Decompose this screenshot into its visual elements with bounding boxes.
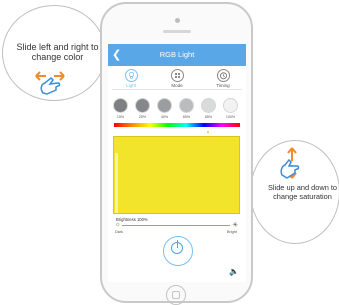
- speaker-icon[interactable]: 🔈: [229, 267, 239, 276]
- horizontal-swipe-hand-icon: [35, 71, 65, 95]
- brightness-slider-fill: [122, 225, 230, 226]
- app-header: ❮ RGB Light: [108, 44, 246, 66]
- preset-swatch[interactable]: [157, 98, 172, 113]
- saturation-instruction-text: Slide up and down to change saturation: [267, 183, 338, 201]
- hue-slider[interactable]: [114, 123, 240, 127]
- tab-light-label: Light: [126, 83, 136, 88]
- earpiece-speaker: [163, 30, 191, 33]
- alarm-clock-icon: [216, 69, 230, 82]
- tab-timing[interactable]: Timing: [208, 69, 238, 88]
- color-instruction-text: Slide left and right to change color: [16, 42, 99, 62]
- preset-label: 25%: [138, 115, 147, 119]
- tab-mode-label: Mode: [171, 83, 183, 88]
- preset-label: 15%: [116, 115, 125, 119]
- preset-swatch[interactable]: [201, 98, 216, 113]
- color-saturation-panel[interactable]: [113, 136, 240, 214]
- saturation-handle[interactable]: [115, 153, 118, 213]
- power-button[interactable]: [163, 236, 193, 266]
- brightness-max-label: Bright: [227, 230, 237, 234]
- camera-icon: [175, 18, 180, 23]
- tab-light[interactable]: Light: [116, 69, 146, 88]
- vertical-swipe-hand-icon: [280, 147, 300, 179]
- dark-sun-icon: ☼: [115, 222, 121, 228]
- preset-label: 100%: [225, 115, 236, 119]
- preset-label: 65%: [182, 115, 191, 119]
- tab-divider: [112, 89, 242, 90]
- hue-slider-marker-icon[interactable]: ▲: [206, 129, 210, 134]
- preset-label: 40%: [160, 115, 169, 119]
- lightbulb-icon: [124, 69, 138, 82]
- preset-swatch[interactable]: [179, 98, 194, 113]
- preset-swatch[interactable]: [223, 98, 238, 113]
- preset-label: 85%: [204, 115, 213, 119]
- bright-sun-icon: ☀: [232, 222, 239, 229]
- brightness-label: Brightness 100%: [116, 217, 148, 222]
- preset-swatch[interactable]: [113, 98, 128, 113]
- preset-swatch[interactable]: [135, 98, 150, 113]
- power-icon-line: [176, 240, 178, 248]
- tab-timing-label: Timing: [216, 83, 230, 88]
- phone-frame: ❮ RGB Light Light Mode Timing 15% 25% 40…: [100, 2, 253, 305]
- home-button[interactable]: [166, 285, 186, 305]
- tab-mode[interactable]: Mode: [162, 69, 192, 88]
- home-square-icon: [172, 291, 180, 299]
- mode-dial-icon: [170, 69, 184, 82]
- brightness-min-label: Dark: [115, 230, 124, 234]
- app-title: RGB Light: [159, 50, 195, 59]
- app-screen: ❮ RGB Light Light Mode Timing 15% 25% 40…: [108, 44, 246, 282]
